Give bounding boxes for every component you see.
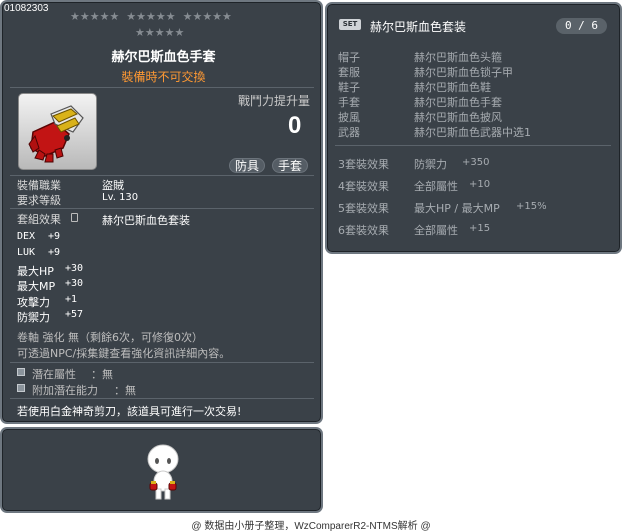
set-piece-category: 武器: [338, 126, 360, 139]
set-piece-name: 赫尔巴斯血色手套: [414, 96, 502, 109]
stat-value: +30: [65, 263, 84, 274]
stat-value: +9: [48, 231, 61, 242]
set-piece-name: 赫尔巴斯血色武器中选1: [414, 126, 531, 139]
stat-value: +1: [65, 294, 78, 305]
set-effect-tier: 5套裝效果: [338, 202, 389, 215]
potential-icon: [17, 368, 25, 376]
footer-credit: @ 数据由小册子整理，WzComparerR2-NTMS解析 @: [191, 521, 431, 532]
trade-note: 裝備時不可交換: [121, 70, 206, 84]
additional-potential-label: 附加潛在能力: [32, 384, 98, 397]
set-effect-name: 最大HP / 最大MP: [414, 202, 500, 215]
set-effect-value: +15%: [516, 201, 547, 212]
set-effect-tier: 6套裝效果: [338, 224, 389, 237]
set-piece-name: 赫尔巴斯血色披风: [414, 111, 502, 124]
item-tooltip-panel: 01082303 ★★★★★ ★★★★★ ★★★★★ ★★★★★ 赫尔巴斯血色手…: [0, 0, 323, 424]
star-force-row-1: ★★★★★ ★★★★★ ★★★★★: [70, 10, 232, 23]
set-effect-label: 套組效果: [17, 213, 61, 226]
stat-name: DEX: [17, 231, 36, 242]
category-tag-armor: 防具: [229, 158, 266, 173]
divider: [10, 87, 314, 88]
item-name: 赫尔巴斯血色手套: [111, 50, 216, 65]
set-effect-tier: 4套裝效果: [338, 180, 389, 193]
divider: [10, 398, 314, 399]
set-piece-category: 手套: [338, 96, 360, 109]
set-effect-value: +10: [469, 179, 491, 190]
scissors-note: 若使用白金神奇剪刀，該道具可進行一次交易!: [17, 405, 242, 418]
item-icon-frame: [18, 93, 97, 170]
star-force-row-2: ★★★★★: [135, 26, 185, 39]
set-count: 0 / 6: [556, 18, 607, 34]
stat-value: +30: [65, 278, 84, 289]
potential-label: 潛在屬性: [32, 368, 76, 381]
stat-value: +57: [65, 309, 84, 320]
character-preview: [147, 444, 179, 500]
combat-power-label: 戰鬥力提升量: [238, 94, 311, 108]
divider: [10, 362, 314, 363]
upgrade-info: 卷軸 強化 無（剩餘6次，可修復0次）: [17, 331, 203, 344]
set-piece-category: 帽子: [338, 51, 360, 64]
character-preview-panel: [0, 427, 323, 513]
level-label: 要求等級: [17, 194, 61, 207]
set-piece-category: 披風: [338, 111, 360, 124]
set-effect-value: +15: [469, 223, 491, 234]
stat-name: LUK: [17, 247, 36, 258]
set-piece-name: 赫尔巴斯血色头箍: [414, 51, 502, 64]
set-piece-category: 套服: [338, 66, 360, 79]
job-value: 盜賊: [102, 179, 124, 192]
item-id: 01082303: [4, 3, 49, 14]
divider: [10, 208, 314, 209]
clipboard-icon: [71, 213, 78, 222]
combat-power-value: 0: [288, 112, 302, 139]
set-title: 赫尔巴斯血色套装: [370, 20, 467, 34]
level-value: Lv. 130: [102, 192, 139, 203]
upgrade-hint: 可透過NPC/採集鍵查看強化資訊詳細內容。: [17, 347, 231, 360]
stat-value: +9: [48, 247, 61, 258]
set-effect-tier: 3套裝效果: [338, 158, 389, 171]
stat-name: 最大MP: [17, 280, 56, 293]
potential-value: ：無: [91, 368, 113, 381]
set-effect-name: 全部屬性: [414, 180, 458, 193]
set-effect-value: +350: [462, 157, 490, 168]
set-piece-category: 鞋子: [338, 81, 360, 94]
divider: [335, 145, 611, 146]
set-effect-name: 全部屬性: [414, 224, 458, 237]
set-piece-name: 赫尔巴斯血色锁子甲: [414, 66, 513, 79]
additional-potential-icon: [17, 384, 25, 392]
set-badge: SET: [339, 19, 361, 30]
stat-name: 最大HP: [17, 265, 54, 278]
set-effect-name: 防禦力: [414, 158, 447, 171]
set-effect-value: 赫尔巴斯血色套装: [102, 214, 190, 227]
stat-name: 攻擊力: [17, 296, 50, 309]
divider: [10, 175, 314, 176]
set-piece-name: 赫尔巴斯血色鞋: [414, 81, 491, 94]
category-tag-glove: 手套: [272, 158, 309, 173]
job-label: 裝備職業: [17, 179, 61, 192]
additional-potential-value: ：無: [114, 384, 136, 397]
glove-icon: [28, 105, 84, 163]
stat-name: 防禦力: [17, 311, 50, 324]
